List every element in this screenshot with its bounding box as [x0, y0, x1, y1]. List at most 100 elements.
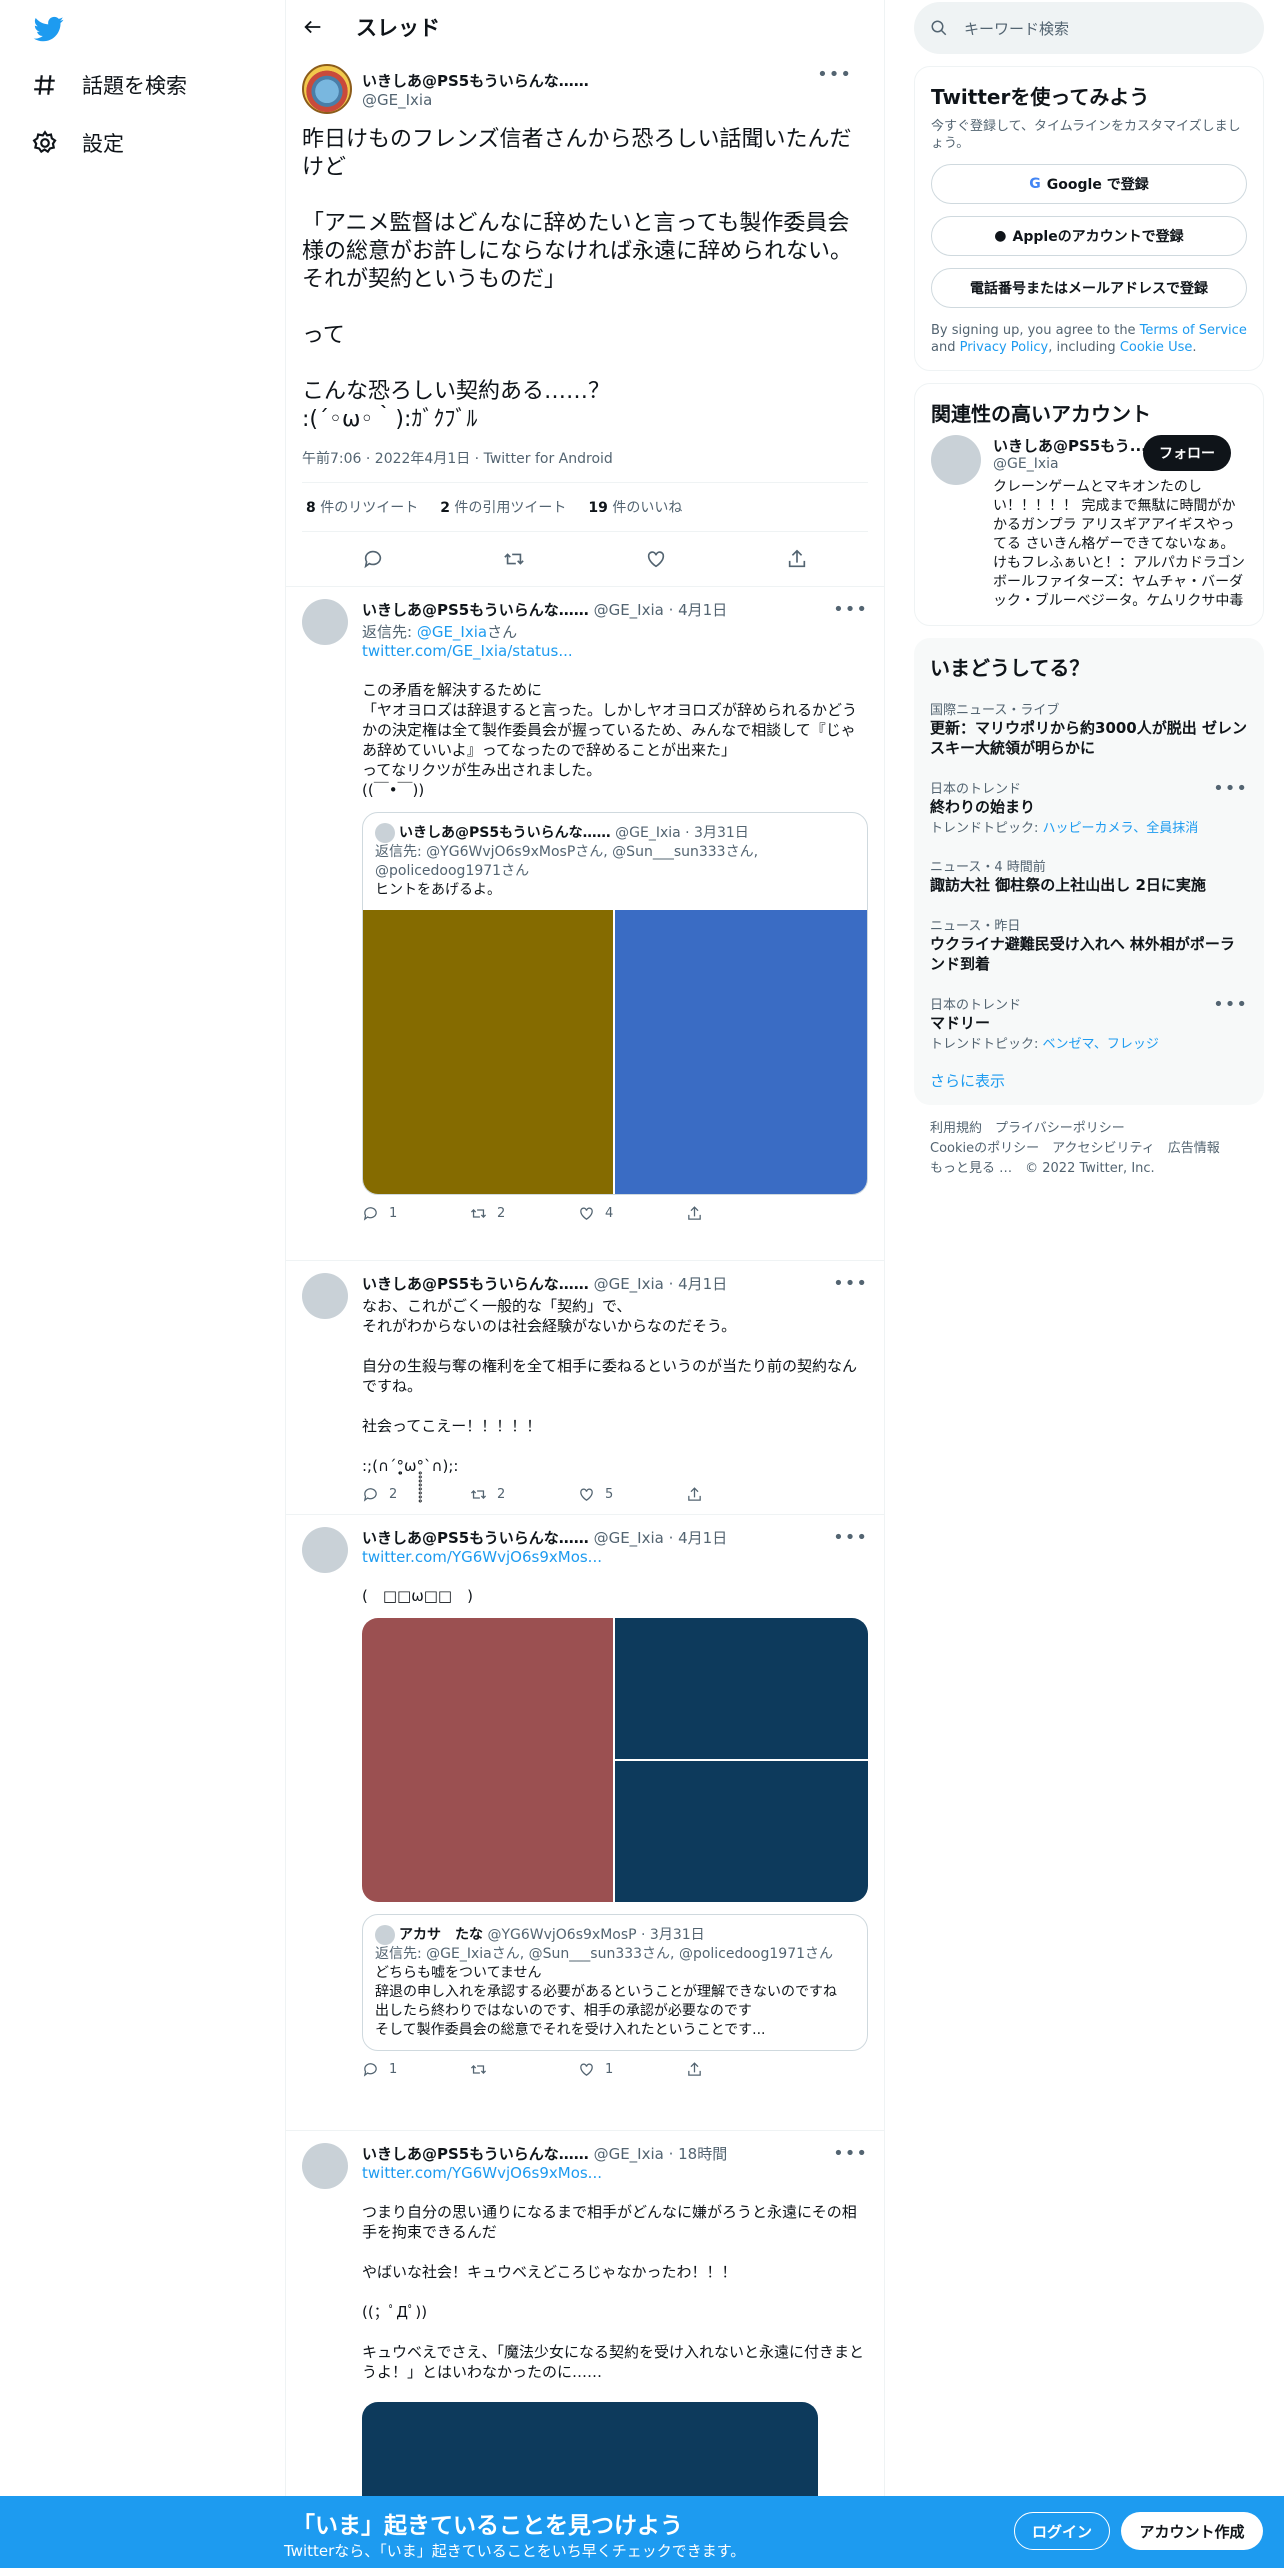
- apple-signup-button[interactable]: ● Appleのアカウントで登録: [931, 216, 1247, 256]
- google-signup-button[interactable]: G Google で登録: [931, 164, 1247, 204]
- avatar[interactable]: [302, 64, 352, 114]
- retweet-icon: [470, 2065, 487, 2074]
- trend-item[interactable]: ••• 日本のトレンド 終わりの始まり トレンドトピック: ハッピーカメラ、全員…: [930, 768, 1248, 846]
- quotes-stat[interactable]: 2 件の引用ツイート: [440, 497, 566, 517]
- image-top-right[interactable]: [615, 1618, 868, 1761]
- reply-actions: 2 2 5: [362, 1486, 868, 1503]
- likes-stat[interactable]: 19 件のいいね: [588, 497, 682, 517]
- tweet-author-name[interactable]: いきしあ@PS5もういらんな……: [362, 70, 589, 91]
- retweet-button[interactable]: 2: [470, 1486, 578, 1503]
- quote-media[interactable]: [363, 910, 867, 1194]
- reply-text: つまり自分の思い通りになるまで相手がどんなに嫌がろうと永遠にその相手を拘束できる…: [362, 2203, 865, 2381]
- reply-button[interactable]: 2: [362, 1486, 470, 1503]
- tweet-actions: [302, 532, 868, 586]
- retweet-button[interactable]: 2: [470, 1205, 578, 1222]
- share-button[interactable]: [686, 1486, 794, 1503]
- avatar[interactable]: [302, 1273, 348, 1319]
- retweets-stat[interactable]: 8 件のリツイート: [306, 497, 418, 517]
- retweet-button[interactable]: [470, 2061, 578, 2078]
- tweet-link[interactable]: twitter.com/YG6WvjO6s9xMos...: [362, 1548, 868, 1566]
- avatar[interactable]: [302, 1527, 348, 1573]
- tweet-stats: 8 件のリツイート 2 件の引用ツイート 19 件のいいね: [302, 483, 868, 532]
- cookie-link[interactable]: Cookie Use: [1120, 340, 1193, 355]
- terms-link[interactable]: Terms of Service: [1140, 323, 1247, 338]
- image-left[interactable]: [362, 1618, 615, 1902]
- tweet-text: 昨日けものフレンズ信者さんから恐ろしい話聞いたんだけど 「アニメ監督はどんなに辞…: [302, 127, 853, 432]
- reply-icon: [363, 1207, 377, 1221]
- tweet-media[interactable]: [362, 1618, 868, 1902]
- more-icon[interactable]: •••: [1213, 778, 1248, 799]
- reply-tweet[interactable]: ••• いきしあ@PS5もういらんな…… @GE_Ixia · 4月1日 返信先…: [286, 587, 884, 1261]
- reply-button[interactable]: 1: [362, 2061, 470, 2078]
- retweet-icon[interactable]: [503, 548, 525, 570]
- more-icon[interactable]: •••: [833, 1273, 868, 1294]
- reply-tweet[interactable]: ••• いきしあ@PS5もういらんな…… @GE_Ixia · 18時間 twi…: [286, 2131, 884, 2534]
- avatar[interactable]: [931, 435, 981, 485]
- quote-tweet[interactable]: いきしあ@PS5もういらんな…… @GE_Ixia · 3月31日 返信先: @…: [362, 812, 868, 1195]
- avatar[interactable]: [302, 2143, 348, 2189]
- like-button[interactable]: 1: [578, 2061, 686, 2078]
- follow-button[interactable]: フォロー: [1143, 435, 1231, 471]
- thread-column: スレッド いきしあ@PS5もういらんな…… @GE_Ixia ••• 昨日けもの…: [285, 0, 885, 2568]
- reply-tweet[interactable]: ••• いきしあ@PS5もういらんな…… @GE_Ixia · 4月1日 twi…: [286, 1515, 884, 2131]
- tweet-author-handle[interactable]: @GE_Ixia: [362, 91, 589, 109]
- reply-author-name[interactable]: いきしあ@PS5もういらんな……: [362, 1529, 589, 1547]
- reply-handle-date[interactable]: @GE_Ixia · 4月1日: [594, 1275, 728, 1293]
- quote-tweet[interactable]: アカサ たな @YG6WvjO6s9xMosP · 3月31日 返信先: @GE…: [362, 1914, 868, 2051]
- signup-terms: By signing up, you agree to the Terms of…: [931, 323, 1247, 355]
- banner-headline: 「いま」起きていることを見つけよう: [292, 2513, 683, 2539]
- share-icon[interactable]: [786, 548, 808, 570]
- share-button[interactable]: [686, 2061, 794, 2078]
- tweet-link[interactable]: twitter.com/GE_Ixia/status...: [362, 642, 868, 660]
- tweet-meta[interactable]: 午前7:06 · 2022年4月1日 · Twitter for Android: [302, 448, 868, 483]
- trend-item[interactable]: ••• 日本のトレンド マドリー トレンドトピック: ベンゼマ、フレッジ: [930, 984, 1248, 1062]
- like-button[interactable]: 5: [578, 1486, 686, 1503]
- avatar[interactable]: [302, 599, 348, 645]
- twitter-logo-icon[interactable]: [32, 14, 66, 44]
- image-left[interactable]: [363, 910, 615, 1194]
- more-icon[interactable]: •••: [833, 2143, 868, 2164]
- tweet-link[interactable]: twitter.com/YG6WvjO6s9xMos...: [362, 2164, 868, 2182]
- nav-explore[interactable]: 話題を検索: [32, 70, 187, 100]
- reply-icon: [363, 2063, 377, 2077]
- reply-handle-date[interactable]: @GE_Ixia · 18時間: [594, 2145, 728, 2163]
- banner-subtext: Twitterなら、「いま」起きていることをいち早くチェックできます。: [284, 2542, 746, 2560]
- share-button[interactable]: [686, 1205, 794, 1222]
- quote-author-name: アカサ たな: [399, 1927, 483, 1943]
- trend-item[interactable]: ニュース・4 時間前 諏訪大社 御柱祭の上社山出し 2日に実施: [930, 846, 1248, 905]
- login-button[interactable]: ログイン: [1014, 2512, 1110, 2550]
- reply-button[interactable]: 1: [362, 1205, 470, 1222]
- reply-author-name[interactable]: いきしあ@PS5もういらんな……: [362, 1275, 589, 1293]
- show-more-link[interactable]: さらに表示: [930, 1062, 1248, 1091]
- like-button[interactable]: 4: [578, 1205, 686, 1222]
- more-icon[interactable]: •••: [833, 1527, 868, 1548]
- privacy-link[interactable]: Privacy Policy: [960, 340, 1049, 355]
- related-account[interactable]: いきしあ@PS5もう... @GE_Ixia クレーンゲームとマキオンたのしい！…: [931, 435, 1247, 611]
- nav-settings-label: 設定: [82, 132, 124, 156]
- signup-button[interactable]: アカウント作成: [1121, 2512, 1263, 2550]
- image-bottom-right[interactable]: [615, 1761, 868, 1902]
- like-icon: [580, 1207, 593, 1220]
- reply-tweet[interactable]: ••• いきしあ@PS5もういらんな…… @GE_Ixia · 4月1日 なお、…: [286, 1261, 884, 1515]
- more-icon[interactable]: •••: [833, 599, 868, 620]
- trend-item[interactable]: ニュース・昨日 ウクライナ避難民受け入れへ 林外相がポーランド到着: [930, 905, 1248, 984]
- nav-settings[interactable]: 設定: [32, 128, 124, 158]
- main-tweet: いきしあ@PS5もういらんな…… @GE_Ixia ••• 昨日けものフレンズ信…: [286, 54, 884, 587]
- reply-icon[interactable]: [362, 548, 384, 570]
- reply-author-name[interactable]: いきしあ@PS5もういらんな……: [362, 2145, 589, 2163]
- trends-title: いまどうしてる？: [930, 656, 1090, 680]
- phone-email-signup-button[interactable]: 電話番号またはメールアドレスで登録: [931, 268, 1247, 308]
- more-icon[interactable]: •••: [817, 64, 852, 85]
- image-right[interactable]: [615, 910, 867, 1194]
- back-arrow-icon[interactable]: [302, 16, 324, 38]
- reply-handle-date[interactable]: @GE_Ixia · 4月1日: [594, 601, 728, 619]
- more-icon[interactable]: •••: [1213, 994, 1248, 1015]
- search-input[interactable]: キーワード検索: [914, 2, 1264, 54]
- signup-panel: Twitterを使ってみよう 今すぐ登録して、タイムラインをカスタマイズしましょ…: [914, 66, 1264, 371]
- reply-handle-date[interactable]: @GE_Ixia · 4月1日: [594, 1529, 728, 1547]
- like-icon[interactable]: [645, 548, 667, 570]
- reply-author-name[interactable]: いきしあ@PS5もういらんな……: [362, 601, 589, 619]
- share-icon: [688, 1206, 701, 1220]
- trend-item[interactable]: 国際ニュース・ライブ 更新：マリウポリから約3000人が脱出 ゼレンスキー大統領…: [930, 689, 1248, 768]
- like-icon: [580, 1488, 593, 1501]
